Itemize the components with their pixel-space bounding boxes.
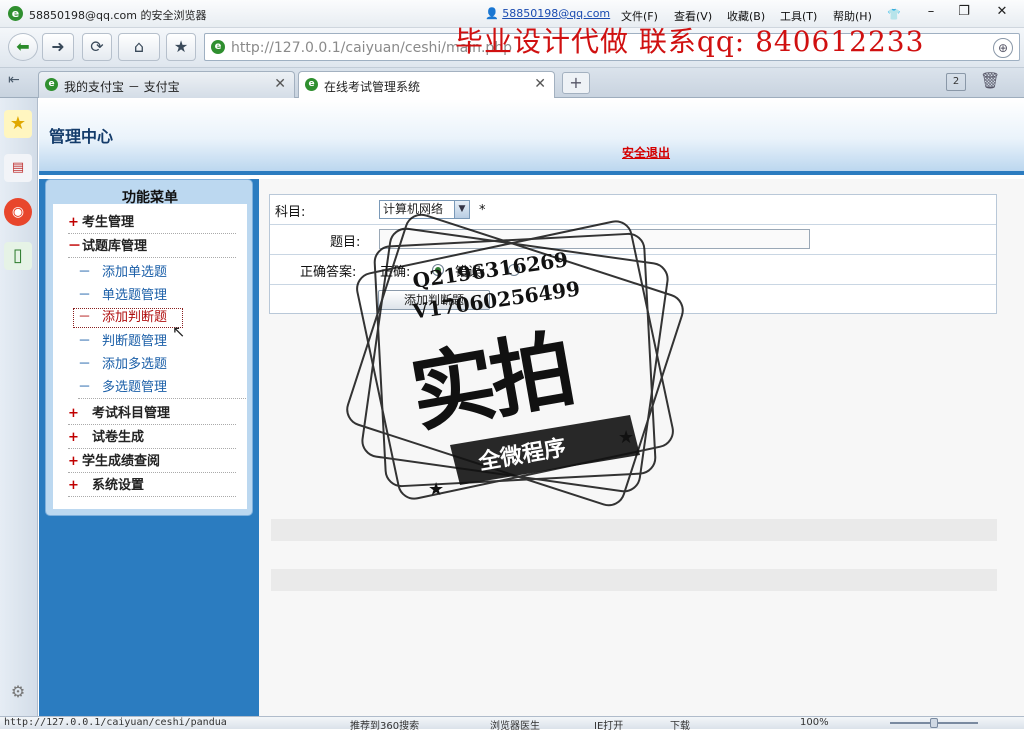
promo-banner: 毕业设计代做 联系qq: 840612233	[455, 25, 925, 58]
back-button[interactable]: ⬅	[8, 33, 38, 61]
status-bar: http://127.0.0.1/caiyuan/ceshi/pandua 推荐…	[0, 716, 1024, 732]
menu-item-student-mgmt[interactable]: + 考生管理	[68, 212, 236, 234]
favorite-star-button[interactable]: ★	[166, 33, 196, 61]
svg-text:★: ★	[618, 427, 634, 448]
browser-logo-icon: e	[8, 6, 23, 21]
tab-page-icon: e	[305, 78, 318, 91]
status-url: http://127.0.0.1/caiyuan/ceshi/pandua	[4, 717, 227, 728]
menu-item-single-mgmt[interactable]: －单选题管理	[78, 285, 246, 307]
zoom-slider-handle[interactable]	[930, 718, 938, 728]
forward-button[interactable]: ➜	[42, 33, 74, 61]
tab-page-icon: e	[45, 78, 58, 91]
mobile-icon[interactable]: ▯	[4, 242, 32, 270]
favorites-star-icon[interactable]: ★	[4, 110, 32, 138]
settings-gear-icon[interactable]: ⚙	[4, 678, 32, 706]
watermark-stamp: ★ ★ Q2196316269 V17060256499 实拍 全微程序	[340, 210, 690, 510]
tab-bar: ⇤ e 我的支付宝 － 支付宝 ✕ e 在线考试管理系统 ✕ + 2 🗑	[0, 68, 1024, 98]
home-button[interactable]: ⌂	[118, 33, 160, 61]
weibo-icon[interactable]: ◉	[4, 198, 32, 226]
news-icon[interactable]: ▤	[4, 154, 32, 182]
menu-item-judge-mgmt[interactable]: －判断题管理	[78, 331, 246, 353]
mouse-cursor-icon: ↖	[172, 322, 186, 341]
subject-label: 科目:	[275, 205, 306, 220]
status-download[interactable]: 下载	[670, 717, 690, 732]
menu-item-add-multi[interactable]: －添加多选题	[78, 354, 246, 376]
tab-label: 我的支付宝 － 支付宝	[64, 80, 180, 94]
background-row	[271, 569, 997, 591]
status-ie-open[interactable]: IE打开	[594, 717, 623, 732]
status-browser-doctor[interactable]: 浏览器医生	[490, 717, 540, 732]
trash-icon[interactable]: 🗑	[980, 71, 1000, 90]
menu-item-subject-mgmt[interactable]: + 考试科目管理	[68, 403, 236, 425]
status-zoom[interactable]: 100%	[800, 717, 829, 728]
logout-link[interactable]: 安全退出	[622, 144, 670, 161]
tab-exam-system[interactable]: e 在线考试管理系统 ✕	[298, 71, 555, 98]
background-row	[271, 519, 997, 541]
menu-item-multi-mgmt[interactable]: －多选题管理	[78, 377, 246, 399]
window-title: 58850198@qq.com 的安全浏览器	[29, 9, 207, 22]
tab-alipay[interactable]: e 我的支付宝 － 支付宝 ✕	[38, 71, 295, 98]
page-title: 管理中心	[49, 127, 114, 146]
tab-close-icon[interactable]: ✕	[274, 76, 286, 92]
side-rail: ★ ▤ ◉ ▯ ⚙	[0, 98, 38, 716]
refresh-button[interactable]: ⟳	[82, 33, 112, 61]
page-icon: e	[211, 40, 225, 54]
menu-item-add-single[interactable]: －添加单选题	[78, 262, 246, 284]
user-account[interactable]: 👤 58850198@qq.com	[485, 7, 610, 20]
status-search-360[interactable]: 推荐到360搜索	[350, 717, 419, 732]
svg-text:★: ★	[428, 479, 444, 500]
closed-tabs-icon[interactable]: 2	[946, 73, 966, 91]
close-window-button[interactable]: ✕	[989, 4, 1015, 22]
shield-icon[interactable]: ⊕	[993, 38, 1013, 58]
menu-item-system-settings[interactable]: + 系统设置	[68, 475, 236, 497]
menu-item-paper-gen[interactable]: + 试卷生成	[68, 427, 236, 449]
tab-label: 在线考试管理系统	[324, 80, 421, 94]
tab-close-icon[interactable]: ✕	[534, 76, 546, 92]
menu-item-add-judge[interactable]: －添加判断题	[73, 308, 183, 328]
new-tab-button[interactable]: +	[562, 72, 590, 94]
menu-item-score-query[interactable]: + 学生成绩查阅	[68, 451, 236, 473]
menu-item-question-bank[interactable]: －试题库管理	[68, 236, 236, 258]
sidebar-toggle-icon[interactable]: ⇤	[8, 72, 20, 88]
restore-button[interactable]: ❐	[951, 4, 977, 22]
page-header: 管理中心 安全退出	[39, 99, 1024, 175]
